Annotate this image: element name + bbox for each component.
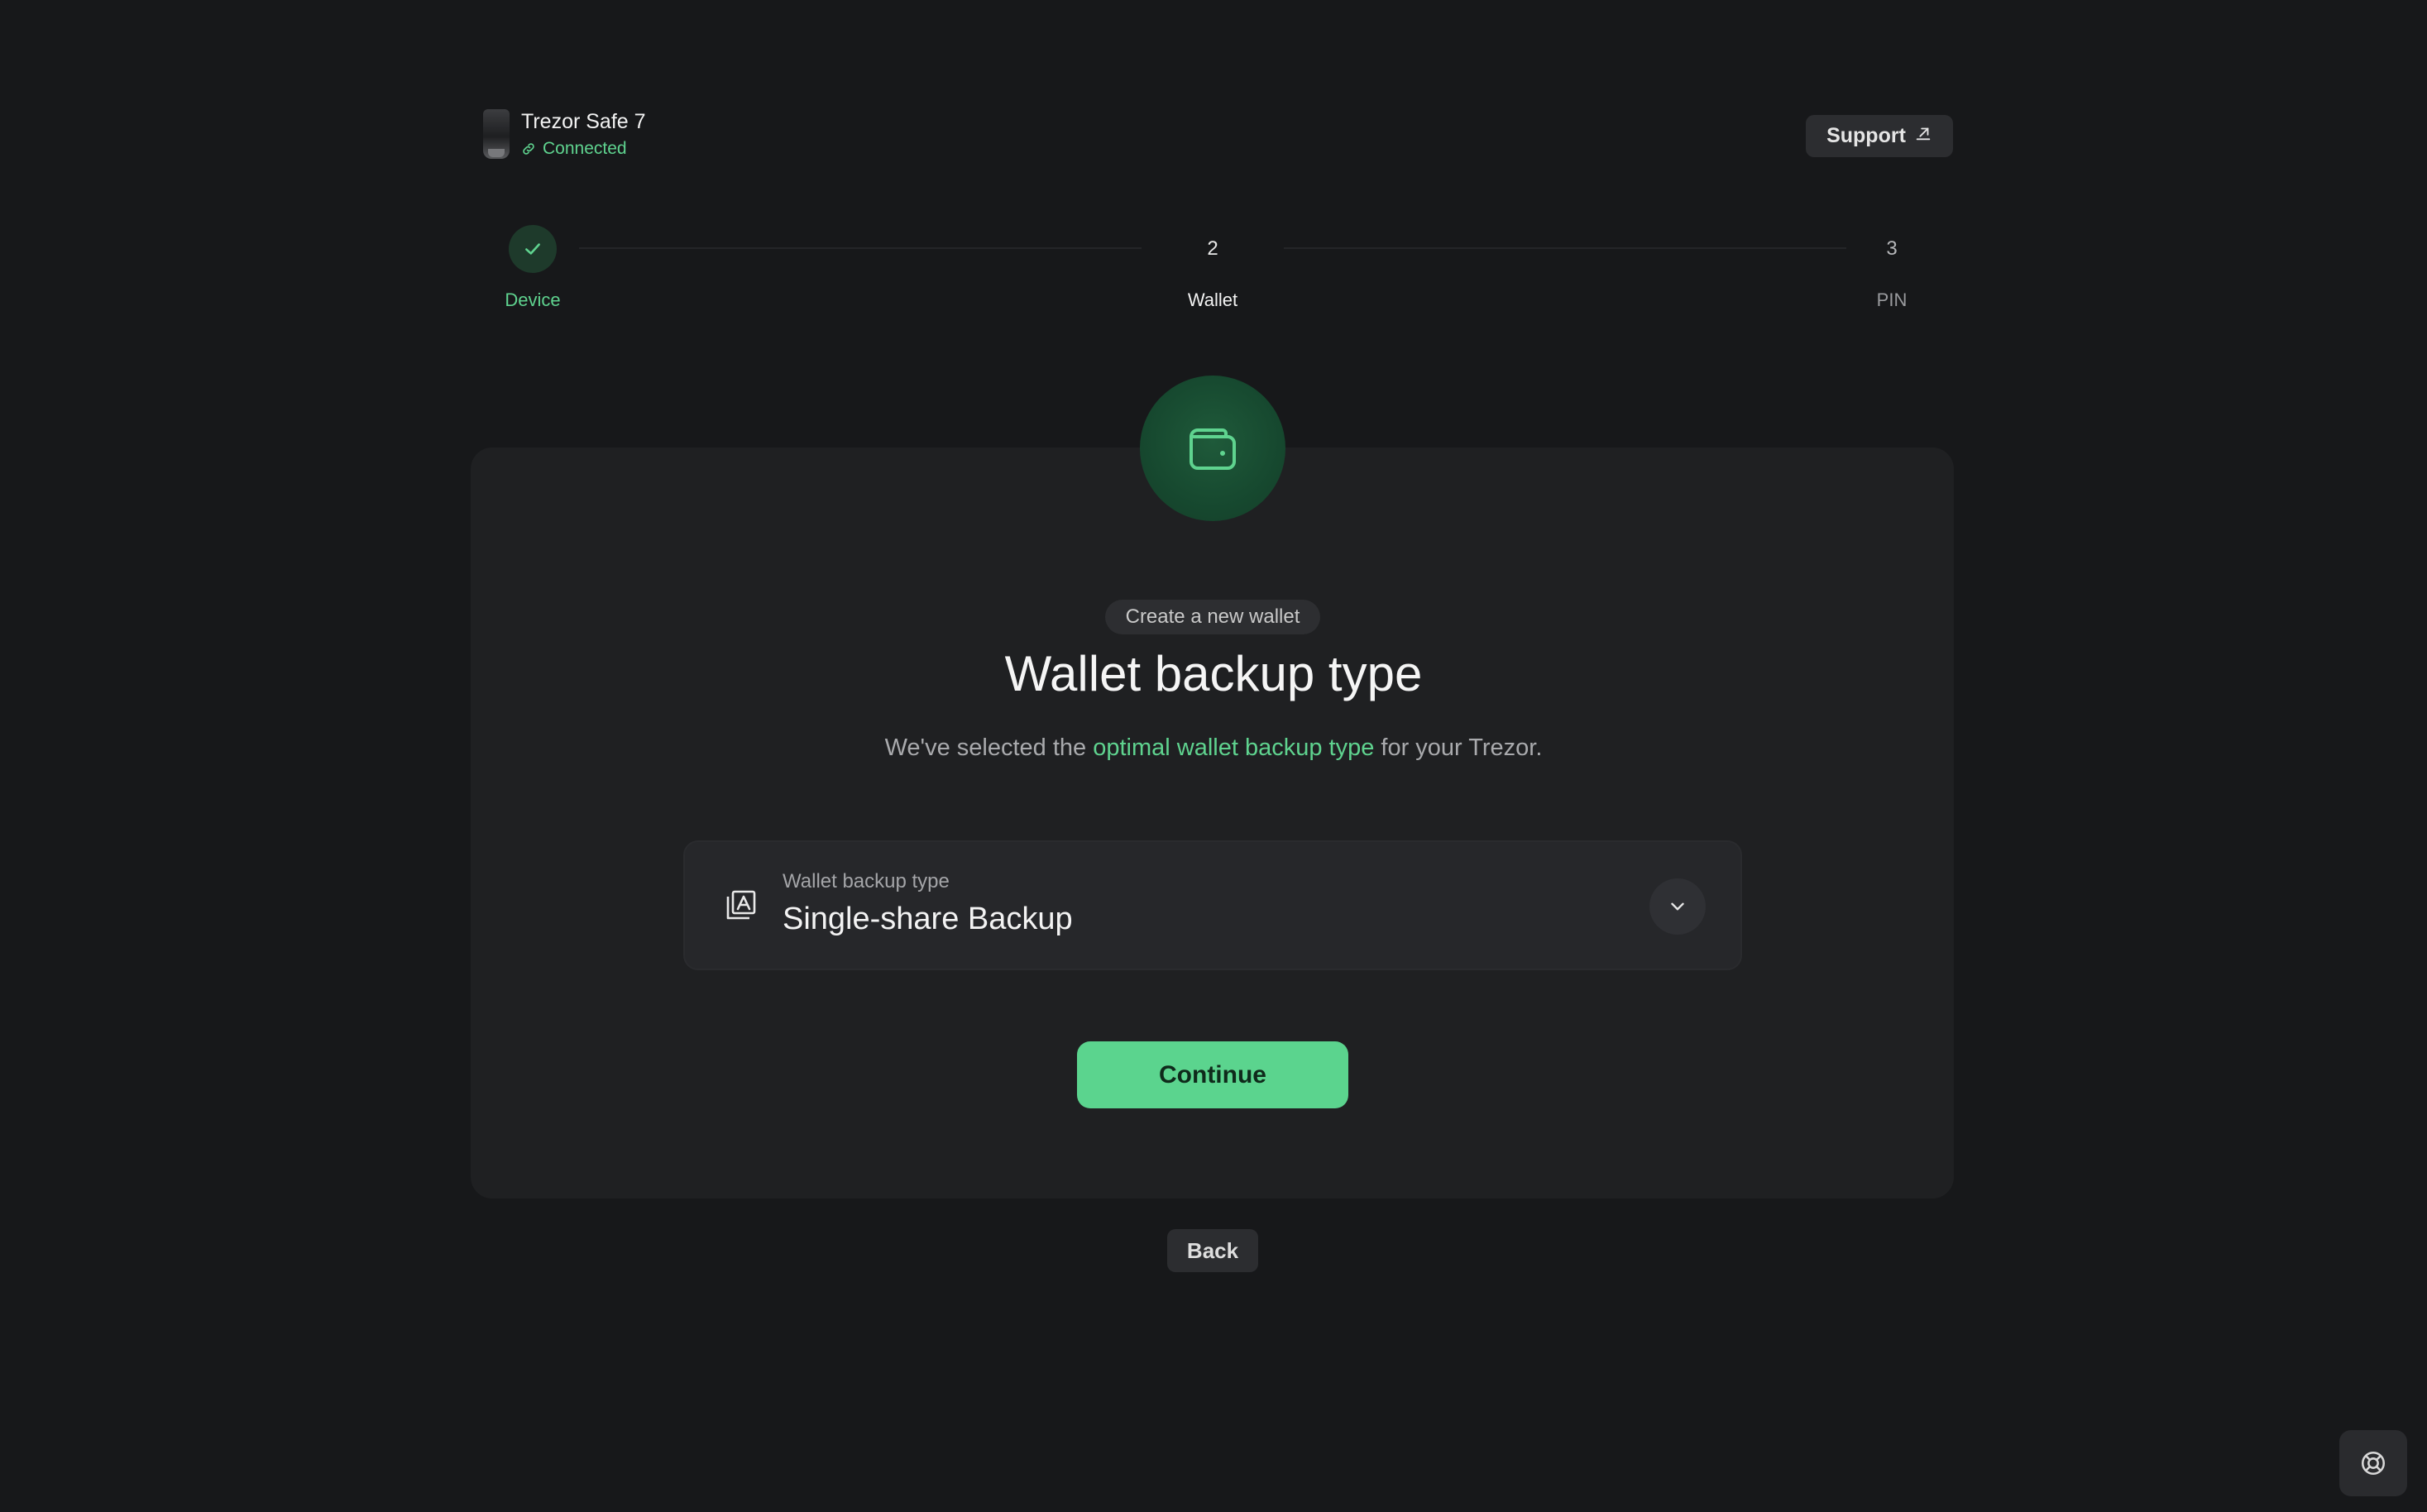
help-button[interactable]: [2339, 1430, 2407, 1496]
continue-button[interactable]: Continue: [1077, 1041, 1348, 1108]
step-label-pin: PIN: [1876, 289, 1908, 310]
step-number-wallet: 2: [1207, 237, 1218, 260]
device-header: Trezor Safe 7 Connected: [483, 109, 646, 159]
page-title: Wallet backup type: [1004, 646, 1423, 701]
step-connector: [1284, 247, 1846, 249]
wallet-badge: [1140, 376, 1285, 521]
external-link-icon: [1914, 124, 1932, 148]
device-status: Connected: [521, 139, 646, 159]
back-button[interactable]: Back: [1167, 1229, 1258, 1272]
page-subtitle: We've selected the optimal wallet backup…: [0, 734, 2427, 762]
select-value: Single-share Backup: [783, 902, 1073, 936]
create-wallet-pill: Create a new wallet: [1105, 600, 1320, 634]
subtitle-text-before: We've selected the: [884, 734, 1094, 761]
step-connector: [579, 247, 1142, 249]
device-name: Trezor Safe 7: [521, 109, 646, 133]
support-label: Support: [1826, 124, 1906, 147]
support-button[interactable]: Support: [1806, 115, 1953, 157]
chevron-down-icon[interactable]: [1649, 878, 1706, 935]
device-image: [483, 109, 510, 159]
progress-stepper: Device 2 Wallet 3 PIN: [0, 0, 2427, 331]
step-device-check: [509, 225, 557, 273]
subtitle-text-after: for your Trezor.: [1374, 734, 1543, 761]
step-label-device: Device: [505, 289, 561, 310]
device-info: Trezor Safe 7 Connected: [521, 110, 646, 159]
backup-card-icon: [725, 888, 758, 926]
wallet-icon: [1190, 428, 1236, 470]
select-label: Wallet backup type: [783, 870, 950, 892]
step-number-pin: 3: [1886, 237, 1898, 260]
lifebuoy-icon: [2361, 1451, 2386, 1476]
optimal-backup-link[interactable]: optimal wallet backup type: [1093, 734, 1374, 761]
check-icon: [525, 243, 540, 255]
link-icon: [521, 141, 536, 156]
device-status-text: Connected: [543, 138, 627, 158]
backup-type-select[interactable]: Wallet backup type Single-share Backup: [683, 840, 1742, 970]
step-label-wallet: Wallet: [1187, 289, 1238, 310]
